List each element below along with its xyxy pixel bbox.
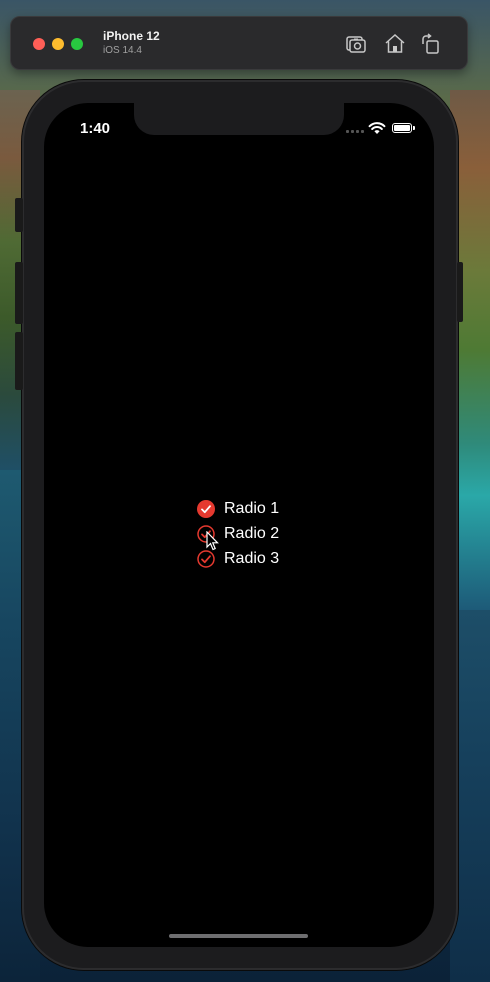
close-window-button[interactable] (33, 38, 45, 50)
radio-option-label: Radio 2 (224, 524, 280, 542)
radio-option-label: Radio 1 (224, 499, 280, 517)
signal-icon (346, 130, 366, 133)
battery-icon (392, 123, 412, 133)
zoom-window-button[interactable] (71, 38, 83, 50)
radio-option-label: Radio 3 (224, 549, 280, 567)
home-indicator[interactable] (169, 934, 308, 938)
device-name: iPhone 12 (103, 29, 160, 43)
home-icon[interactable] (383, 32, 407, 56)
volume-up-button[interactable] (15, 262, 23, 324)
camera-icon[interactable] (344, 32, 368, 56)
rotate-icon[interactable] (419, 32, 443, 56)
mouse-cursor-icon (206, 531, 219, 551)
battery-tip (413, 126, 415, 130)
checkmark-circle-filled-icon (197, 499, 215, 518)
notch (134, 103, 344, 135)
phone-screen: 1:40 Radio 1 Radio 2 Radio 3 (44, 103, 434, 947)
status-time: 1:40 (80, 120, 111, 137)
power-button[interactable] (457, 262, 463, 322)
simulator-titlebar: iPhone 12 iOS 14.4 (10, 16, 468, 70)
wifi-icon (368, 122, 386, 134)
minimize-window-button[interactable] (52, 38, 64, 50)
checkmark-circle-icon (197, 549, 215, 568)
volume-down-button[interactable] (15, 332, 23, 390)
radio-option-1[interactable]: Radio 1 (197, 496, 279, 521)
device-os-version: iOS 14.4 (103, 45, 142, 56)
mute-switch[interactable] (15, 198, 23, 232)
